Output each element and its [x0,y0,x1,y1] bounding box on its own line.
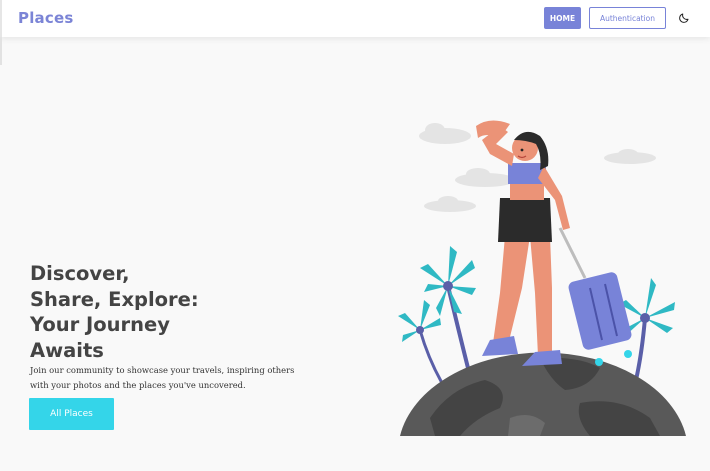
hero-subtext: Join our community to showcase your trav… [30,365,295,390]
home-button[interactable]: HOME [544,7,581,29]
hero-headline: Discover, Share, Explore: Your Journey A… [30,262,199,362]
traveler-on-globe-illustration [398,120,686,436]
authentication-button[interactable]: Authentication [589,7,666,29]
suitcase-icon [558,227,632,366]
all-places-button[interactable]: All Places [29,398,114,430]
theme-toggle-button[interactable] [676,10,692,26]
divider [0,37,2,65]
top-navbar: Places HOME Authentication [0,0,710,37]
moon-icon [679,13,689,23]
brand-logo[interactable]: Places [18,9,73,27]
globe-icon [400,352,686,436]
traveler-figure [476,120,570,366]
